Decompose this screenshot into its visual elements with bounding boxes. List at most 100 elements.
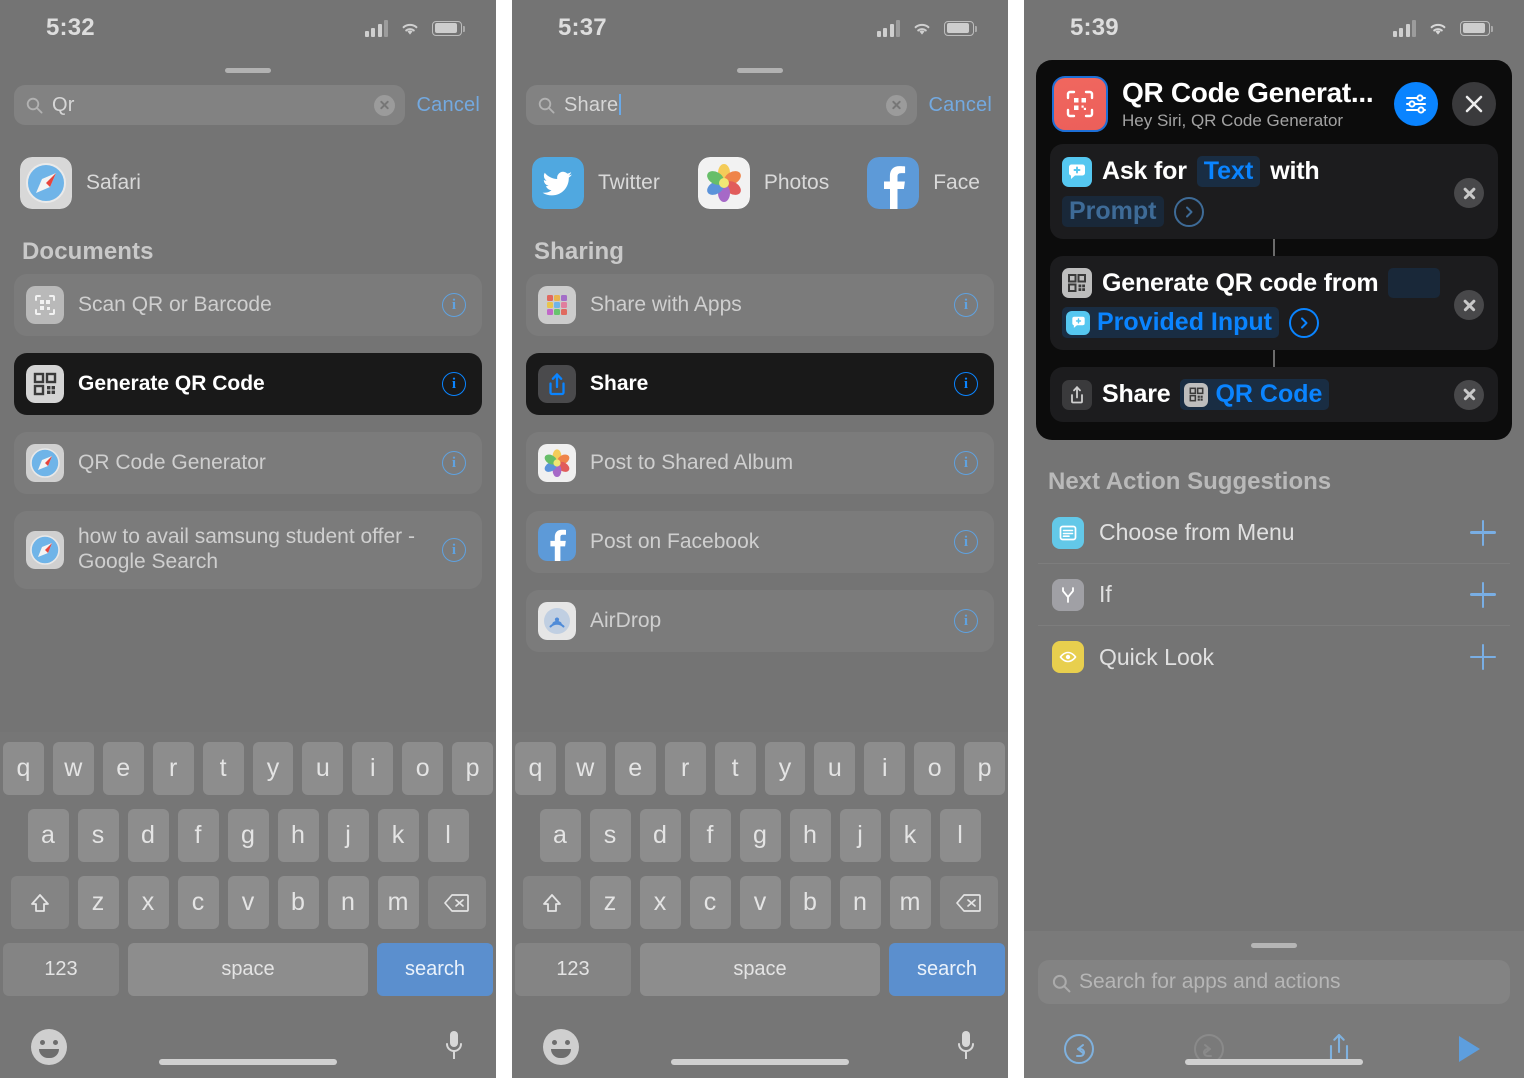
- result-row-share-with-apps[interactable]: Share with Apps i: [526, 274, 994, 336]
- info-button[interactable]: i: [954, 609, 978, 633]
- result-row-share[interactable]: Share i: [526, 353, 994, 415]
- search-input[interactable]: Qr: [14, 85, 405, 125]
- app-chip-twitter[interactable]: Twitter: [532, 157, 698, 209]
- clear-search-button[interactable]: [885, 94, 907, 116]
- key-t[interactable]: t: [202, 742, 244, 795]
- key-g[interactable]: g: [739, 809, 781, 862]
- key-q[interactable]: q: [2, 742, 44, 795]
- key-v[interactable]: v: [739, 876, 781, 929]
- microphone-icon[interactable]: [955, 1029, 977, 1065]
- key-q[interactable]: q: [514, 742, 556, 795]
- key-y[interactable]: y: [764, 742, 806, 795]
- key-s[interactable]: s: [77, 809, 119, 862]
- add-action-button[interactable]: [1470, 519, 1496, 546]
- app-chip-facebook[interactable]: Face: [867, 157, 1008, 209]
- space-key[interactable]: space: [640, 943, 880, 996]
- suggestion-row-choose-from-menu[interactable]: Choose from Menu: [1038, 502, 1510, 564]
- info-button[interactable]: i: [442, 451, 466, 475]
- key-f[interactable]: f: [689, 809, 731, 862]
- emoji-icon[interactable]: [543, 1029, 579, 1065]
- search-key[interactable]: search: [889, 943, 1005, 996]
- key-r[interactable]: r: [664, 742, 706, 795]
- key-p[interactable]: p: [452, 742, 494, 795]
- key-x[interactable]: x: [639, 876, 681, 929]
- info-button[interactable]: i: [954, 372, 978, 396]
- result-row-google-search[interactable]: how to avail samsung student offer - Goo…: [14, 511, 482, 589]
- info-button[interactable]: i: [442, 293, 466, 317]
- info-button[interactable]: i: [954, 530, 978, 554]
- key-x[interactable]: x: [127, 876, 169, 929]
- key-h[interactable]: h: [277, 809, 319, 862]
- action-ask-for-input[interactable]: Ask for Text with Prompt: [1050, 144, 1498, 239]
- key-r[interactable]: r: [152, 742, 194, 795]
- disclosure-icon[interactable]: [1289, 307, 1319, 338]
- sheet-grabber[interactable]: [225, 68, 271, 73]
- info-button[interactable]: i: [442, 372, 466, 396]
- key-b[interactable]: b: [277, 876, 319, 929]
- key-n[interactable]: n: [327, 876, 369, 929]
- result-row-post-shared-album[interactable]: Post to Shared Album i: [526, 432, 994, 494]
- key-w[interactable]: w: [564, 742, 606, 795]
- key-c[interactable]: c: [177, 876, 219, 929]
- shortcut-settings-button[interactable]: [1394, 82, 1438, 126]
- shortcut-close-button[interactable]: [1452, 82, 1496, 126]
- actions-search-input[interactable]: Search for apps and actions: [1038, 960, 1510, 1004]
- numbers-key[interactable]: 123: [3, 943, 119, 996]
- key-f[interactable]: f: [177, 809, 219, 862]
- play-button[interactable]: [1450, 1030, 1488, 1068]
- key-o[interactable]: o: [914, 742, 956, 795]
- key-d[interactable]: d: [127, 809, 169, 862]
- add-action-button[interactable]: [1470, 644, 1496, 670]
- cancel-button[interactable]: Cancel: [929, 94, 994, 117]
- key-m[interactable]: m: [377, 876, 419, 929]
- action-share[interactable]: Share QR Code: [1050, 367, 1498, 422]
- remove-action-button[interactable]: [1454, 379, 1484, 410]
- add-action-button[interactable]: [1470, 581, 1496, 608]
- action-generate-qr-code[interactable]: Generate QR code from Provided Input: [1050, 256, 1498, 350]
- numbers-key[interactable]: 123: [515, 943, 631, 996]
- shift-key[interactable]: [10, 876, 69, 929]
- search-input[interactable]: Share: [526, 85, 917, 125]
- result-row-airdrop[interactable]: AirDrop i: [526, 590, 994, 652]
- key-h[interactable]: h: [789, 809, 831, 862]
- key-v[interactable]: v: [227, 876, 269, 929]
- key-e[interactable]: e: [102, 742, 144, 795]
- key-p[interactable]: p: [964, 742, 1006, 795]
- key-j[interactable]: j: [327, 809, 369, 862]
- app-chip-safari[interactable]: Safari: [20, 157, 179, 209]
- info-button[interactable]: i: [954, 451, 978, 475]
- info-button[interactable]: i: [442, 538, 466, 562]
- key-u[interactable]: u: [814, 742, 856, 795]
- cancel-button[interactable]: Cancel: [417, 94, 482, 117]
- undo-button[interactable]: [1060, 1030, 1098, 1068]
- key-g[interactable]: g: [227, 809, 269, 862]
- microphone-icon[interactable]: [443, 1029, 465, 1065]
- key-n[interactable]: n: [839, 876, 881, 929]
- key-z[interactable]: z: [589, 876, 631, 929]
- suggestion-row-if[interactable]: If: [1038, 564, 1510, 626]
- space-key[interactable]: space: [128, 943, 368, 996]
- action-token-provided-input[interactable]: Provided Input: [1062, 307, 1279, 338]
- disclosure-icon[interactable]: [1173, 196, 1204, 227]
- key-m[interactable]: m: [889, 876, 931, 929]
- key-s[interactable]: s: [589, 809, 631, 862]
- action-token-empty[interactable]: [1388, 268, 1441, 298]
- remove-action-button[interactable]: [1454, 290, 1484, 320]
- sheet-grabber[interactable]: [1251, 943, 1297, 948]
- key-y[interactable]: y: [252, 742, 294, 795]
- action-token-qr-code[interactable]: QR Code: [1180, 379, 1330, 410]
- backspace-key[interactable]: [939, 876, 998, 929]
- key-l[interactable]: l: [939, 809, 981, 862]
- backspace-key[interactable]: [427, 876, 486, 929]
- key-i[interactable]: i: [864, 742, 906, 795]
- sheet-grabber[interactable]: [737, 68, 783, 73]
- result-row-post-on-facebook[interactable]: Post on Facebook i: [526, 511, 994, 573]
- remove-action-button[interactable]: [1454, 178, 1484, 208]
- key-a[interactable]: a: [27, 809, 69, 862]
- result-row-generate-qr[interactable]: Generate QR Code i: [14, 353, 482, 415]
- key-k[interactable]: k: [889, 809, 931, 862]
- emoji-icon[interactable]: [31, 1029, 67, 1065]
- key-k[interactable]: k: [377, 809, 419, 862]
- result-row-qr-code-generator[interactable]: QR Code Generator i: [14, 432, 482, 494]
- suggestion-row-quick-look[interactable]: Quick Look: [1038, 626, 1510, 688]
